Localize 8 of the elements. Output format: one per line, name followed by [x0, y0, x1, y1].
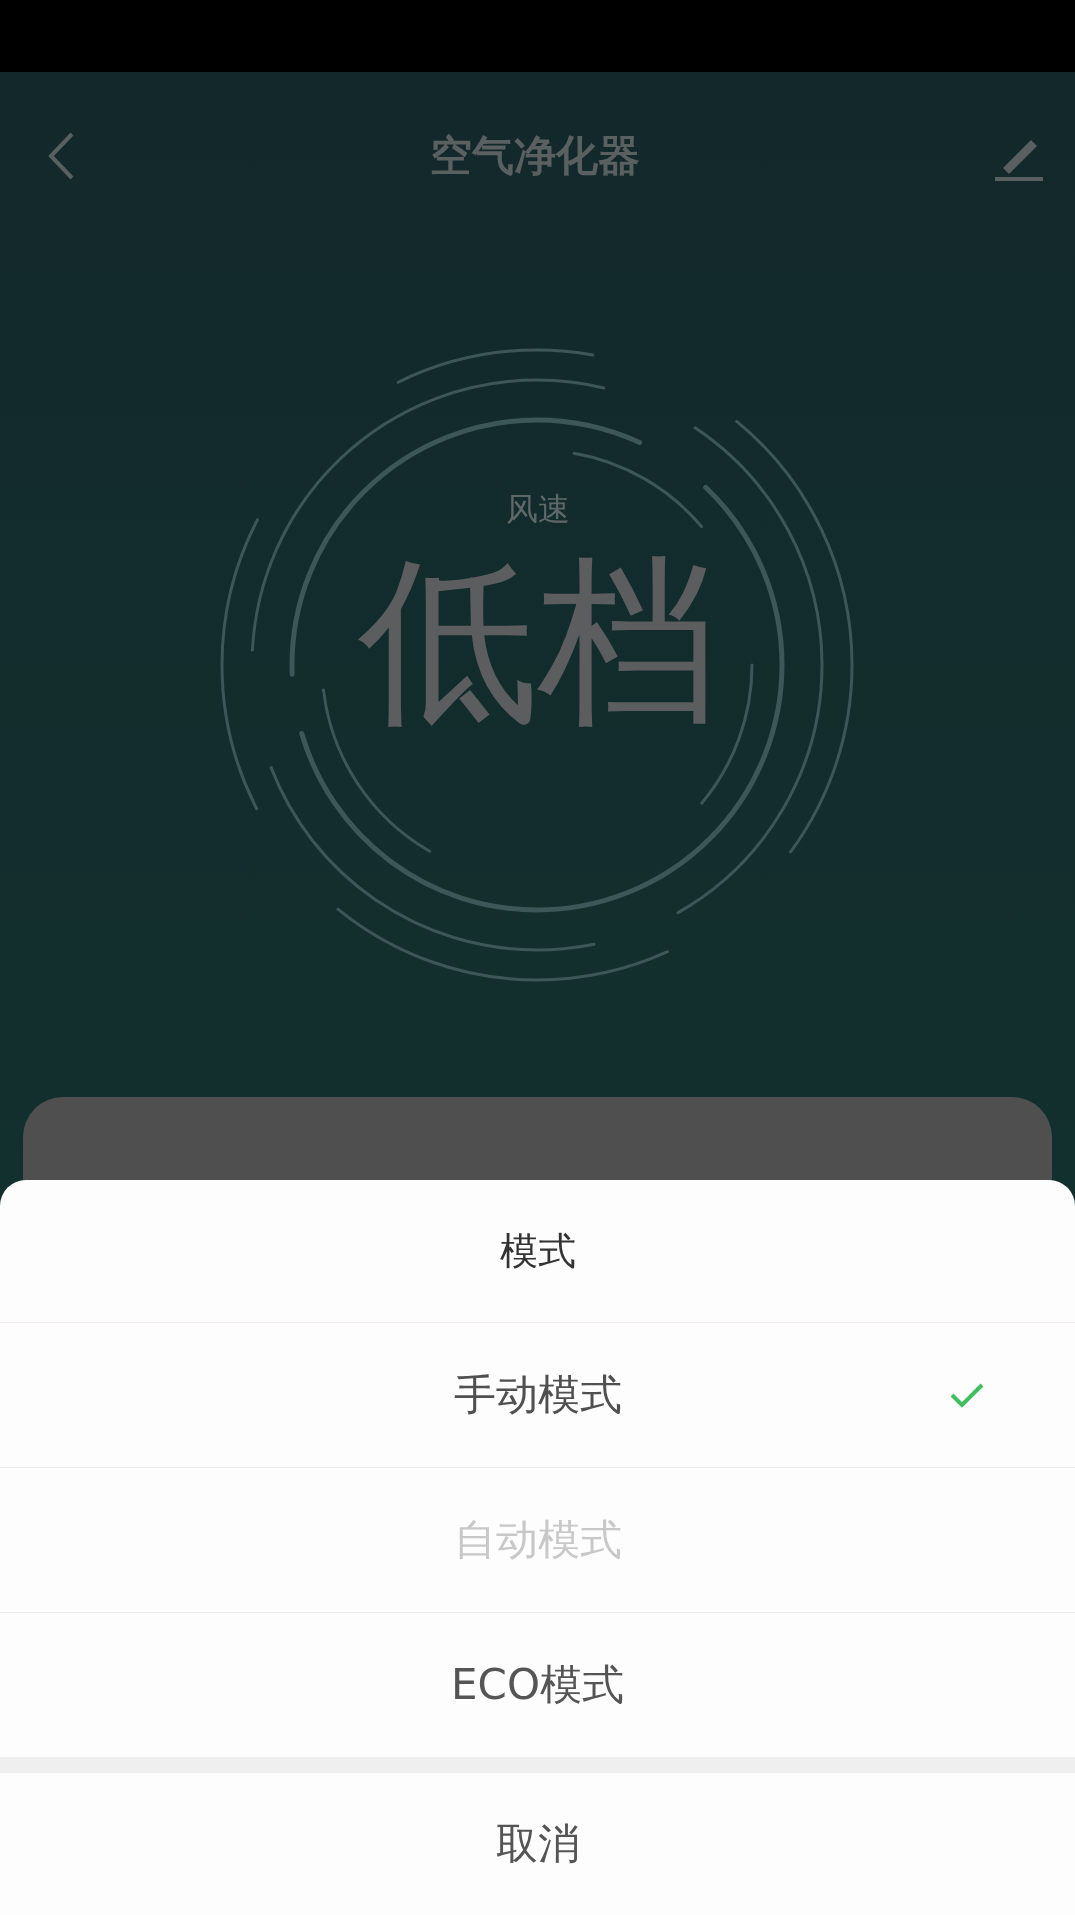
page-title: 空气净化器 [429, 130, 640, 182]
sheet-title: 模式 [0, 1180, 1075, 1323]
mode-option[interactable]: 手动模式 [0, 1323, 1075, 1468]
speed-value: 低档 [357, 542, 718, 740]
mode-option[interactable]: ECO模式 [0, 1613, 1075, 1757]
back-icon[interactable] [46, 131, 76, 181]
speed-label: 风速 [505, 489, 570, 530]
check-icon [949, 1381, 985, 1409]
